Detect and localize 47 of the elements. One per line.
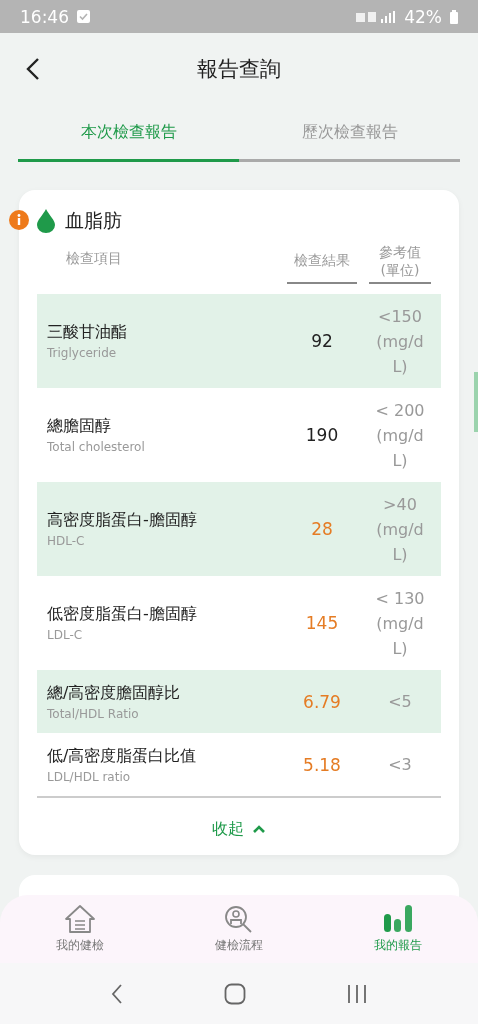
item-name: 高密度脂蛋白-膽固醇: [47, 510, 198, 531]
checkbox-notification-icon: [77, 10, 90, 23]
recent-apps-icon[interactable]: [347, 983, 368, 1004]
nav-item[interactable]: 我的報告: [318, 895, 478, 963]
reference-value: <3: [387, 754, 413, 776]
result-value: 92: [310, 331, 334, 351]
nav-item[interactable]: 我的健檢: [0, 895, 160, 963]
section-title: 血脂肪: [65, 208, 122, 233]
bar-chart-icon: [382, 904, 415, 934]
item-english-name: LDL-C: [47, 628, 84, 642]
reference-value: <5: [387, 691, 413, 713]
chevron-up-icon: [252, 825, 266, 834]
droplet-icon: [37, 209, 55, 233]
battery-percent: 42%: [404, 6, 442, 27]
item-english-name: Total/HDL Ratio: [47, 706, 140, 721]
item-english-name: LDL/HDL ratio: [47, 769, 132, 784]
signal-icon: [356, 9, 397, 24]
result-value: 145: [304, 613, 340, 633]
result-value: 28: [310, 519, 334, 539]
reference-value: < 130 (mg/dL): [375, 587, 425, 660]
reference-value: < 200 (mg/dL): [375, 399, 425, 472]
result-value: 6.79: [302, 691, 342, 712]
item-name: 三酸甘油酯: [47, 322, 128, 343]
result-value: 190: [304, 425, 340, 445]
column-header: 參考值 (單位): [369, 244, 431, 284]
tab[interactable]: 歷次檢查報告: [239, 105, 460, 162]
status-time: 16:46: [20, 6, 69, 27]
item-english-name: Total cholesterol: [47, 440, 146, 454]
page-title: 報告查詢: [197, 56, 281, 83]
item-english-name: Triglyceride: [47, 346, 118, 360]
reference-value: >40 (mg/dL): [375, 493, 425, 566]
house-icon: [63, 904, 96, 934]
back-icon[interactable]: [110, 983, 123, 1004]
battery-icon: [450, 9, 458, 24]
item-name: 低/高密度脂蛋白比值: [47, 745, 198, 767]
column-header: 檢查項目: [66, 250, 123, 268]
collapse-button[interactable]: 收起: [206, 818, 272, 841]
item-name: 總/高密度膽固醇比: [47, 682, 182, 704]
item-english-name: HDL-C: [47, 534, 86, 548]
reference-value: <150 (mg/dL): [375, 305, 425, 378]
item-name: 總膽固醇: [47, 416, 112, 437]
tab[interactable]: 本次檢查報告: [18, 105, 239, 162]
home-icon[interactable]: [224, 982, 246, 1005]
column-header: 檢查結果: [287, 252, 357, 284]
result-value: 5.18: [302, 754, 342, 775]
item-name: 低密度脂蛋白-膽固醇: [47, 604, 198, 625]
nav-item[interactable]: 健檢流程: [159, 895, 319, 963]
